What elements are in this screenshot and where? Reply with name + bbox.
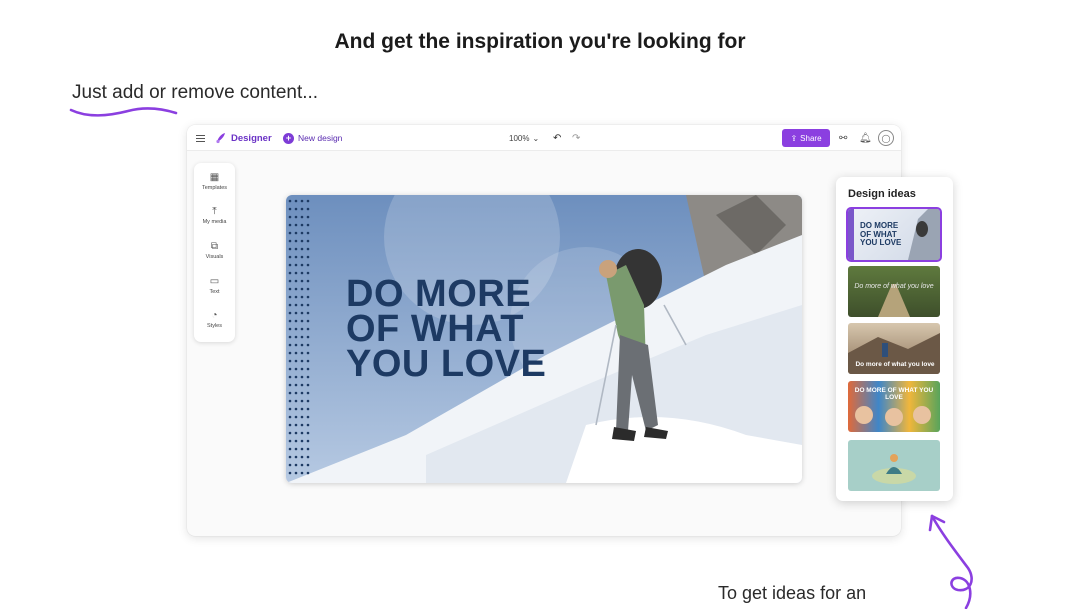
undo-icon[interactable]: ↶ — [553, 125, 561, 151]
headline: And get the inspiration you're looking f… — [334, 30, 746, 53]
avatar[interactable]: ◯ — [878, 130, 894, 146]
new-design-button[interactable]: + New design — [283, 125, 342, 151]
menu-icon[interactable] — [196, 125, 206, 151]
canvas-line-3: YOU LOVE — [346, 343, 547, 385]
slide: And get the inspiration you're looking f… — [0, 0, 1080, 609]
templates-icon: ▦ — [209, 172, 220, 183]
upload-icon: ⤒ — [212, 206, 217, 217]
notification-icon[interactable]: 🔔︎ — [859, 125, 872, 151]
canvas-line-1: DO MORE — [346, 273, 532, 315]
styles-icon: ◔ — [211, 310, 218, 321]
new-design-label: New design — [298, 133, 343, 143]
app-name: Designer — [231, 132, 272, 144]
zoom-dropdown[interactable]: 100% ⌄ — [509, 125, 539, 151]
rail-label: Visuals — [205, 254, 224, 260]
redo-icon[interactable]: ↷ — [572, 125, 580, 151]
design-idea-4[interactable]: DO MORE OF WHAT YOU LOVE — [848, 381, 940, 432]
design-idea-5[interactable] — [848, 440, 940, 491]
left-rail: ▦ Templates ⤒ My media ⧉ Visuals ▭ Text … — [194, 163, 235, 342]
design-idea-2[interactable]: Do more of what you love — [848, 266, 940, 317]
share-label: Share — [800, 133, 822, 143]
canvas-line-2: OF WHAT — [346, 308, 524, 350]
rail-item-templates[interactable]: ▦ Templates — [194, 171, 235, 191]
rail-label: Text — [209, 289, 220, 295]
top-bar: Designer + New design 100% ⌄ ↶ ↷ ⇪ Share… — [187, 125, 901, 151]
rail-label: Styles — [207, 323, 222, 329]
visuals-icon: ⧉ — [210, 241, 219, 252]
curved-arrow — [928, 514, 973, 609]
rail-item-styles[interactable]: ◔ Styles — [194, 309, 235, 329]
idea-4-text: DO MORE OF WHAT YOU LOVE — [854, 387, 934, 401]
design-canvas[interactable]: DO MORE OF WHAT YOU LOVE — [286, 195, 802, 483]
zoom-level: 100% — [509, 133, 530, 143]
idea-2-text: Do more of what you love — [854, 283, 934, 290]
rail-item-visuals[interactable]: ⧉ Visuals — [194, 240, 235, 260]
designer-logo-icon — [216, 133, 225, 144]
share-button[interactable]: ⇪ Share — [782, 129, 830, 147]
rail-label: Templates — [201, 185, 228, 191]
plus-icon: + — [283, 132, 294, 144]
underline-swash — [69, 107, 178, 117]
rail-label: My media — [202, 219, 227, 225]
design-ideas-panel: Design ideas DO MORE OF WHAT YOU LOVE Do… — [836, 177, 953, 501]
share-icon: ⇪ — [790, 133, 798, 143]
text-icon: ▭ — [209, 276, 220, 287]
collaborate-icon[interactable]: ⚯ — [839, 125, 847, 151]
design-ideas-title: Design ideas — [848, 188, 916, 200]
caption-right: To get ideas for an — [718, 583, 867, 603]
design-idea-1[interactable]: DO MORE OF WHAT YOU LOVE — [846, 207, 942, 262]
design-idea-3[interactable]: Do more of what you love — [848, 323, 940, 374]
designer-window: Designer + New design 100% ⌄ ↶ ↷ ⇪ Share… — [187, 125, 901, 536]
idea-3-text: Do more of what you love — [855, 361, 935, 368]
chevron-down-icon: ⌄ — [532, 133, 540, 143]
designer-logo[interactable]: Designer — [215, 125, 272, 151]
rail-item-text[interactable]: ▭ Text — [194, 275, 235, 295]
canvas-headline[interactable]: DO MORE OF WHAT YOU LOVE — [346, 273, 547, 385]
rail-item-my-media[interactable]: ⤒ My media — [194, 205, 235, 225]
idea-1-line-3: YOU LOVE — [860, 238, 902, 247]
caption-left: Just add or remove content... — [72, 82, 319, 103]
idea-5-image — [872, 454, 916, 484]
idea-2-image — [878, 284, 910, 317]
